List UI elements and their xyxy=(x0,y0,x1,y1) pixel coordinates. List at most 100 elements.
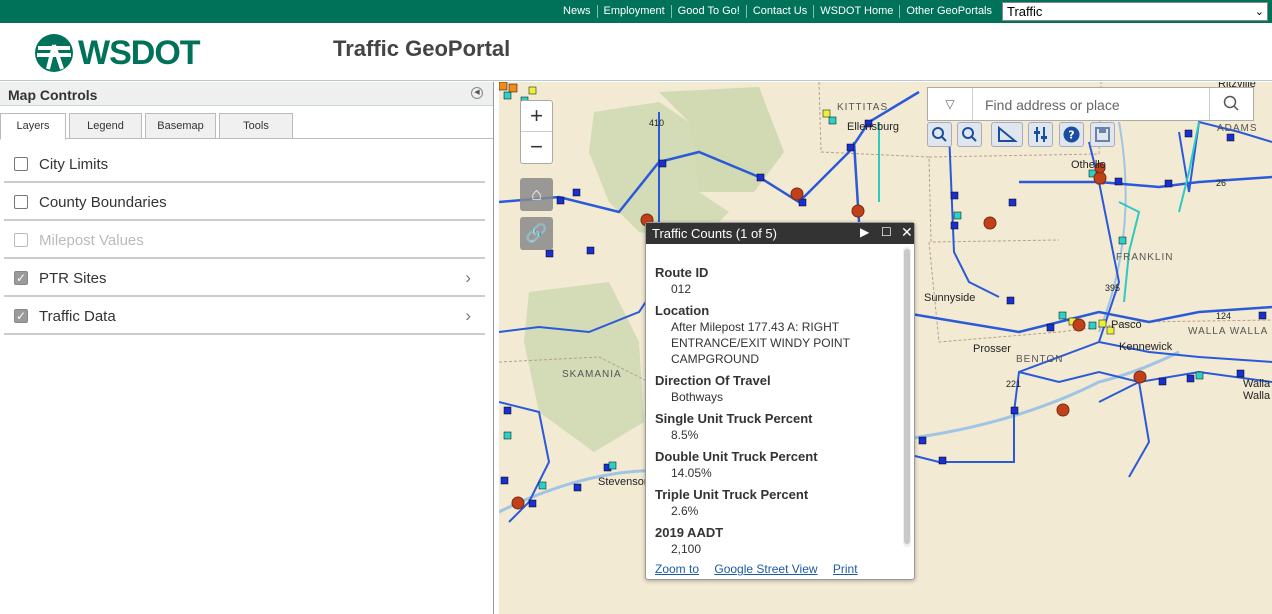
share-link-button[interactable]: 🔗 xyxy=(520,217,553,250)
zoom-out-box-button[interactable] xyxy=(957,122,982,147)
popup-field-double-unit: Double Unit Truck Percent 14.05% xyxy=(655,449,900,481)
chevron-right-icon[interactable]: › xyxy=(465,306,471,326)
home-button[interactable]: ⌂ xyxy=(520,178,553,211)
tab-layers[interactable]: Layers xyxy=(0,113,66,140)
measure-icon xyxy=(998,125,1018,142)
tab-basemap[interactable]: Basemap xyxy=(145,113,216,139)
close-icon[interactable]: ✕ xyxy=(901,224,913,241)
layer-item-traffic-data[interactable]: ✓ Traffic Data › xyxy=(4,297,485,335)
search-source-dropdown[interactable]: ▽ xyxy=(928,88,973,120)
geoportal-select[interactable]: Traffic ⌄ xyxy=(1002,2,1268,21)
popup-field-route-id: Route ID 012 xyxy=(655,265,900,297)
next-feature-icon[interactable]: ▶ xyxy=(860,225,869,239)
save-icon xyxy=(1095,127,1110,142)
scrollbar-thumb[interactable] xyxy=(904,249,910,544)
popup-field-location: Location After Milepost 177.43 A: RIGHT … xyxy=(655,303,900,367)
field-value: 2.6% xyxy=(671,504,699,518)
popup-title: Traffic Counts (1 of 5) xyxy=(652,226,777,241)
route-shield: 124 xyxy=(1216,311,1232,321)
checkbox[interactable] xyxy=(14,195,28,209)
checkbox[interactable] xyxy=(14,157,28,171)
layer-list: City Limits County Boundaries Milepost V… xyxy=(4,145,485,335)
home-icon: ⌂ xyxy=(531,184,542,204)
zoom-control: + − xyxy=(520,100,553,164)
popup-scrollbar[interactable] xyxy=(903,247,911,547)
search-icon xyxy=(1223,95,1239,111)
nav-link-wsdot-home[interactable]: WSDOT Home xyxy=(813,5,899,18)
zoom-to-link[interactable]: Zoom to xyxy=(655,562,699,576)
map-toolbar: ? xyxy=(925,122,1121,148)
nav-link-other-geoportals[interactable]: Other GeoPortals xyxy=(899,5,998,18)
route-shield: 221 xyxy=(1006,379,1022,389)
map-controls-panel: Map Controls ◀ Layers Legend Basemap Too… xyxy=(0,82,494,614)
route-shield: 26 xyxy=(1216,178,1227,188)
street-view-link[interactable]: Google Street View xyxy=(714,562,817,576)
chevron-down-icon: ⌄ xyxy=(1254,6,1264,18)
measure-button[interactable] xyxy=(991,122,1023,147)
map-label-county: BENTON xyxy=(1016,354,1064,365)
field-label: Location xyxy=(655,303,710,318)
layer-item-city-limits[interactable]: City Limits xyxy=(4,145,485,183)
zoom-in-icon xyxy=(932,127,947,142)
map-label-county: WALLA WALLA xyxy=(1188,326,1269,337)
header: WSDOT Traffic GeoPortal xyxy=(0,23,1272,81)
zoom-out-icon xyxy=(962,127,977,142)
layer-item-ptr-sites[interactable]: ✓ PTR Sites › xyxy=(4,259,485,297)
layer-item-milepost-values: Milepost Values xyxy=(4,221,485,259)
tab-legend[interactable]: Legend xyxy=(69,113,142,139)
maximize-icon[interactable]: ☐ xyxy=(881,225,892,239)
field-value: 2,100 xyxy=(671,542,702,556)
zoom-out-button[interactable]: − xyxy=(521,132,552,163)
map-label-city: Kennewick xyxy=(1119,341,1173,353)
field-label: Triple Unit Truck Percent xyxy=(655,487,809,502)
help-icon: ? xyxy=(1063,126,1080,143)
field-label: Double Unit Truck Percent xyxy=(655,449,818,464)
search-box: ▽ Find address or place xyxy=(927,87,1254,121)
field-label: 2019 AADT xyxy=(655,525,724,540)
checkbox-checked[interactable]: ✓ xyxy=(14,309,28,323)
field-value: 14.05% xyxy=(671,466,712,480)
save-button[interactable] xyxy=(1090,122,1115,147)
logo-wordmark: WSDOT xyxy=(78,33,201,72)
chevron-down-icon: ▽ xyxy=(945,97,955,111)
sliders-icon xyxy=(1034,127,1047,142)
geoportal-select-value: Traffic xyxy=(1007,4,1043,19)
filter-button[interactable] xyxy=(1028,122,1053,147)
map-label-city: Ellensburg xyxy=(847,121,899,133)
popup-header: Traffic Counts (1 of 5) ▶ ☐ ✕ xyxy=(646,223,914,244)
nav-link-employment[interactable]: Employment xyxy=(596,5,671,18)
layer-item-county-boundaries[interactable]: County Boundaries xyxy=(4,183,485,221)
route-shield: 410 xyxy=(649,118,665,128)
link-icon: 🔗 xyxy=(525,223,548,243)
popup-field-triple-unit: Triple Unit Truck Percent 2.6% xyxy=(655,487,900,519)
top-nav-links: News Employment Good To Go! Contact Us W… xyxy=(557,0,998,23)
nav-link-news[interactable]: News xyxy=(557,5,597,18)
checkbox-checked[interactable]: ✓ xyxy=(14,271,28,285)
collapse-panel-icon[interactable]: ◀ xyxy=(471,87,483,99)
map-label-county: KITTITAS xyxy=(837,102,889,113)
field-label: Single Unit Truck Percent xyxy=(655,411,813,426)
help-button[interactable]: ? xyxy=(1059,122,1084,147)
search-button[interactable] xyxy=(1209,88,1253,120)
chevron-right-icon[interactable]: › xyxy=(465,268,471,288)
page-title: Traffic GeoPortal xyxy=(333,36,511,61)
print-link[interactable]: Print xyxy=(833,562,858,576)
wsdot-logo[interactable]: WSDOT xyxy=(34,33,201,73)
nav-link-contact-us[interactable]: Contact Us xyxy=(745,5,813,18)
popup-field-direction: Direction Of Travel Bothways xyxy=(655,373,900,405)
svg-text:?: ? xyxy=(1068,129,1074,142)
tab-tools[interactable]: Tools xyxy=(219,113,293,139)
zoom-in-box-button[interactable] xyxy=(927,122,952,147)
map-label-city: Walla Walla xyxy=(1243,378,1271,402)
map-label-county: SKAMANIA xyxy=(562,369,622,380)
layer-label: City Limits xyxy=(39,156,109,173)
search-input[interactable]: Find address or place xyxy=(985,97,1120,113)
nav-link-good-to-go[interactable]: Good To Go! xyxy=(670,5,746,18)
zoom-in-button[interactable]: + xyxy=(521,101,552,132)
popup-field-aadt: 2019 AADT 2,100 xyxy=(655,525,900,557)
panel-tabs: Layers Legend Basemap Tools xyxy=(0,106,493,140)
checkbox xyxy=(14,233,28,247)
panel-header: Map Controls ◀ xyxy=(0,82,493,106)
popup-actions: Zoom to Google Street View Print xyxy=(655,562,870,576)
popup-field-single-unit: Single Unit Truck Percent 8.5% xyxy=(655,411,900,443)
